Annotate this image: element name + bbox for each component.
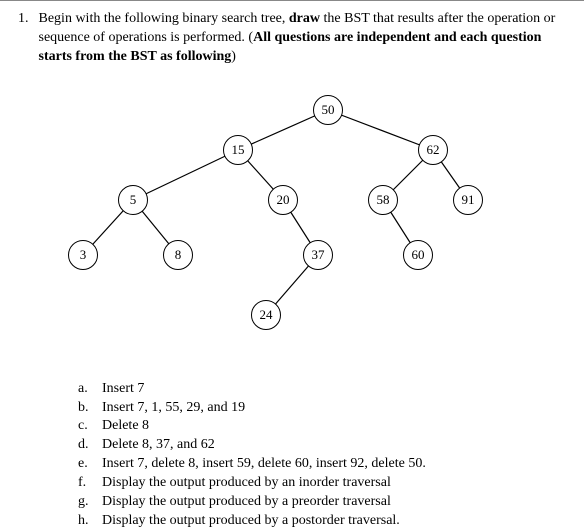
node-60: 60 (403, 240, 433, 270)
sub-h-text: Display the output produced by a postord… (102, 512, 400, 531)
question-prompt: 1. Begin with the following binary searc… (18, 10, 566, 67)
question-number: 1. (18, 10, 29, 67)
node-5: 5 (118, 185, 148, 215)
sub-e: e. Insert 7, delete 8, insert 59, delete … (78, 455, 566, 474)
sub-h: h. Display the output produced by a posto… (78, 512, 566, 531)
node-3: 3 (68, 240, 98, 270)
node-15: 15 (223, 135, 253, 165)
node-62: 62 (418, 135, 448, 165)
tree-edges (18, 85, 566, 360)
qtext3: ) (231, 49, 236, 64)
sub-f-text: Display the output produced by an inorde… (102, 474, 391, 493)
qtext1: Begin with the following binary search t… (39, 11, 289, 26)
sub-d-letter: d. (78, 436, 94, 455)
bst-diagram: 50 15 62 5 20 58 91 3 8 37 60 24 (18, 85, 566, 360)
node-50: 50 (313, 95, 343, 125)
node-91: 91 (453, 185, 483, 215)
node-8: 8 (163, 240, 193, 270)
sub-g: g. Display the output produced by a preor… (78, 493, 566, 512)
question-text: Begin with the following binary search t… (39, 10, 567, 67)
node-37: 37 (303, 240, 333, 270)
sub-b-letter: b. (78, 399, 94, 418)
sub-d: d. Delete 8, 37, and 62 (78, 436, 566, 455)
sub-h-letter: h. (78, 512, 94, 531)
node-20: 20 (268, 185, 298, 215)
sub-a: a. Insert 7 (78, 380, 566, 399)
sub-b-text: Insert 7, 1, 55, 29, and 19 (102, 399, 245, 418)
sub-a-text: Insert 7 (102, 380, 144, 399)
sub-questions: a. Insert 7 b. Insert 7, 1, 55, 29, and 19… (78, 380, 566, 531)
node-58: 58 (368, 185, 398, 215)
node-24: 24 (251, 300, 281, 330)
sub-c-letter: c. (78, 417, 94, 436)
sub-g-letter: g. (78, 493, 94, 512)
sub-f-letter: f. (78, 474, 94, 493)
sub-b: b. Insert 7, 1, 55, 29, and 19 (78, 399, 566, 418)
qbold1: draw (289, 11, 320, 26)
sub-a-letter: a. (78, 380, 94, 399)
sub-c-text: Delete 8 (102, 417, 149, 436)
sub-e-letter: e. (78, 455, 94, 474)
top-border (0, 0, 584, 1)
sub-e-text: Insert 7, delete 8, insert 59, delete 60… (102, 455, 426, 474)
sub-c: c. Delete 8 (78, 417, 566, 436)
sub-f: f. Display the output produced by an inor… (78, 474, 566, 493)
sub-g-text: Display the output produced by a preorde… (102, 493, 391, 512)
sub-d-text: Delete 8, 37, and 62 (102, 436, 215, 455)
